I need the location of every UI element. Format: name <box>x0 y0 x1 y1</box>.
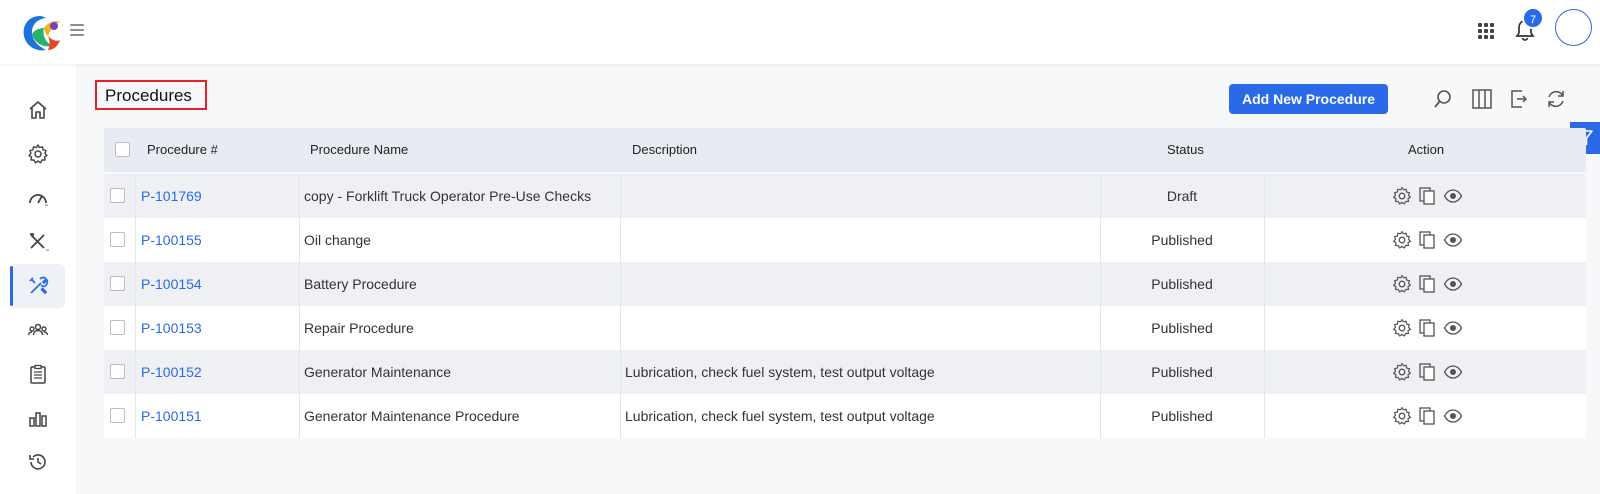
gauge-icon <box>28 194 48 206</box>
procedure-status: Published <box>1151 320 1213 336</box>
sidebar-item-history[interactable] <box>10 440 65 484</box>
table-row: P-100153 Repair Procedure Published <box>104 306 1586 350</box>
view-action-icon[interactable] <box>1443 274 1463 294</box>
clipboard-icon <box>29 364 46 384</box>
sidebar-item-meters[interactable] <box>10 176 65 220</box>
sidebar-item-settings[interactable] <box>10 132 65 176</box>
top-bar: 7 <box>0 0 1600 64</box>
page-title: Procedures <box>105 86 192 105</box>
row-checkbox[interactable] <box>110 320 125 335</box>
history-icon <box>28 454 46 470</box>
table-row: P-100155 Oil change Published <box>104 218 1586 262</box>
view-action-icon[interactable] <box>1443 406 1463 426</box>
procedure-name: Generator Maintenance Procedure <box>304 408 520 424</box>
avatar[interactable] <box>1555 9 1592 46</box>
view-action-icon[interactable] <box>1443 186 1463 206</box>
apps-grid-icon[interactable] <box>1478 23 1494 39</box>
row-checkbox[interactable] <box>110 232 125 247</box>
row-checkbox[interactable] <box>110 364 125 379</box>
add-new-procedure-button[interactable]: Add New Procedure <box>1229 84 1388 114</box>
bar-chart-icon <box>28 412 47 427</box>
column-header-procedure-name[interactable]: Procedure Name <box>310 142 408 157</box>
procedure-name: Oil change <box>304 232 371 248</box>
copy-action-icon[interactable] <box>1417 318 1437 338</box>
copy-action-icon[interactable] <box>1417 362 1437 382</box>
table-row: P-101769 copy - Forklift Truck Operator … <box>104 174 1586 218</box>
column-header-action: Action <box>1408 142 1445 157</box>
copy-action-icon[interactable] <box>1417 230 1437 250</box>
procedure-status: Published <box>1151 232 1213 248</box>
procedure-name: copy - Forklift Truck Operator Pre-Use C… <box>304 188 592 204</box>
sidebar-item-procedures[interactable] <box>10 264 65 308</box>
procedure-status: Draft <box>1166 188 1198 204</box>
procedure-name: Battery Procedure <box>304 276 417 292</box>
refresh-icon[interactable] <box>1545 88 1567 110</box>
procedures-table: Procedure # Procedure Name Description S… <box>104 128 1586 438</box>
row-checkbox[interactable] <box>110 188 125 203</box>
export-icon[interactable] <box>1508 88 1530 110</box>
procedure-status: Published <box>1151 408 1213 424</box>
table-row: P-100151 Generator Maintenance Procedure… <box>104 394 1586 438</box>
sidebar-item-clipboard[interactable] <box>10 352 65 396</box>
sidebar-item-reports[interactable] <box>10 396 65 440</box>
notification-badge: 7 <box>1522 7 1544 29</box>
copy-action-icon[interactable] <box>1417 406 1437 426</box>
procedure-id-link[interactable]: P-100151 <box>141 394 202 438</box>
procedure-id-link[interactable]: P-100154 <box>141 262 202 306</box>
sidebar-item-tools[interactable] <box>10 220 65 264</box>
settings-action-icon[interactable] <box>1392 362 1412 382</box>
tools-icon <box>29 233 49 251</box>
settings-action-icon[interactable] <box>1392 186 1412 206</box>
procedure-description: Lubrication, check fuel system, test out… <box>625 408 935 424</box>
copy-action-icon[interactable] <box>1417 274 1437 294</box>
procedure-id-link[interactable]: P-100153 <box>141 306 202 350</box>
procedure-id-link[interactable]: P-100152 <box>141 350 202 394</box>
table-body: P-101769 copy - Forklift Truck Operator … <box>104 174 1586 438</box>
team-icon <box>27 323 48 336</box>
table-row: P-100154 Battery Procedure Published <box>104 262 1586 306</box>
procedure-id-link[interactable]: P-101769 <box>141 174 202 218</box>
view-action-icon[interactable] <box>1443 230 1463 250</box>
copy-action-icon[interactable] <box>1417 186 1437 206</box>
sidebar-item-team[interactable] <box>10 308 65 352</box>
row-checkbox[interactable] <box>110 408 125 423</box>
procedure-id-link[interactable]: P-100155 <box>141 218 202 262</box>
app-logo[interactable] <box>18 12 62 56</box>
settings-action-icon[interactable] <box>1392 406 1412 426</box>
view-action-icon[interactable] <box>1443 362 1463 382</box>
sidebar-item-home[interactable] <box>10 88 65 132</box>
hamburger-icon[interactable] <box>70 24 84 36</box>
procedure-name: Repair Procedure <box>304 320 414 336</box>
column-header-procedure-number[interactable]: Procedure # <box>147 142 218 157</box>
procedure-status: Published <box>1151 364 1213 380</box>
procedure-status: Published <box>1151 276 1213 292</box>
page-title-highlight: Procedures <box>95 80 207 110</box>
settings-action-icon[interactable] <box>1392 230 1412 250</box>
home-icon <box>28 101 47 119</box>
procedure-name: Generator Maintenance <box>304 364 452 380</box>
view-action-icon[interactable] <box>1443 318 1463 338</box>
gear-icon <box>27 144 48 164</box>
sidebar <box>0 64 76 494</box>
table-row: P-100152 Generator Maintenance Lubricati… <box>104 350 1586 394</box>
procedure-description: Lubrication, check fuel system, test out… <box>625 364 935 380</box>
column-header-description[interactable]: Description <box>632 142 697 157</box>
procedures-icon <box>28 276 48 295</box>
settings-action-icon[interactable] <box>1392 318 1412 338</box>
columns-icon[interactable] <box>1471 88 1493 110</box>
search-icon[interactable] <box>1432 88 1454 110</box>
table-header: Procedure # Procedure Name Description S… <box>104 128 1586 172</box>
settings-action-icon[interactable] <box>1392 274 1412 294</box>
column-header-status[interactable]: Status <box>1167 142 1204 157</box>
select-all-checkbox[interactable] <box>115 142 130 157</box>
row-checkbox[interactable] <box>110 276 125 291</box>
